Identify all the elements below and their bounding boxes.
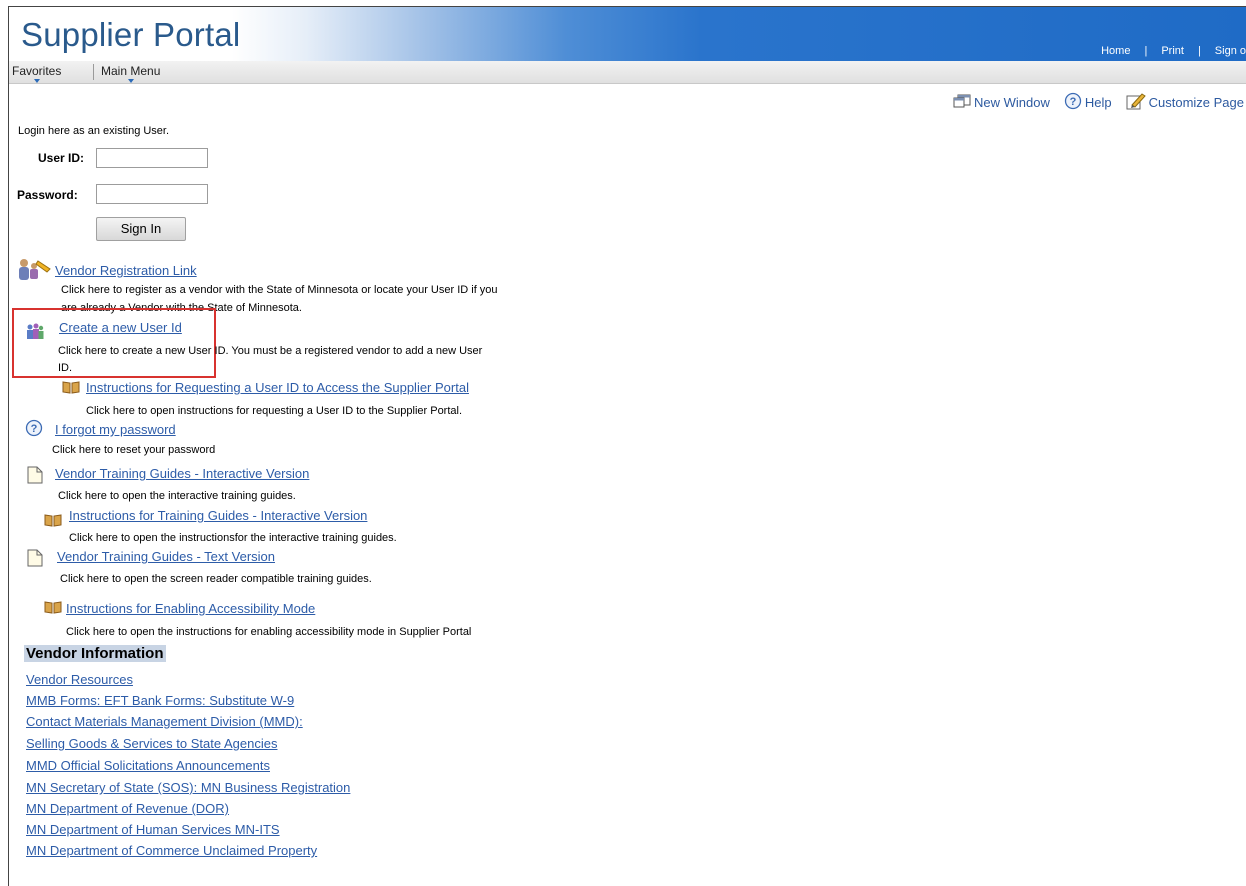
create-user-icon xyxy=(25,322,45,345)
new-window-link[interactable]: New Window xyxy=(953,94,1050,111)
training-interactive-link[interactable]: Vendor Training Guides - Interactive Ver… xyxy=(55,466,309,481)
vendor-registration-desc: Click here to register as a vendor with … xyxy=(61,284,498,296)
vendor-registration-link[interactable]: Vendor Registration Link xyxy=(55,263,197,278)
instructions-interactive-desc: Click here to open the instructionsfor t… xyxy=(69,532,397,544)
help-icon: ? xyxy=(1064,92,1082,113)
dropdown-arrow-icon xyxy=(127,79,134,83)
instructions-request-desc: Click here to open instructions for requ… xyxy=(86,405,463,417)
create-user-desc-2: ID. xyxy=(58,362,73,374)
help-label: Help xyxy=(1084,95,1112,110)
customize-icon xyxy=(1126,92,1146,113)
portal-header: Supplier Portal Home | Print | Sign o xyxy=(9,7,1246,61)
create-user-link[interactable]: Create a new User Id xyxy=(59,320,182,335)
password-input[interactable] xyxy=(96,184,208,204)
print-link[interactable]: Print xyxy=(1161,45,1184,57)
user-id-input[interactable] xyxy=(96,148,208,168)
document-icon xyxy=(27,549,43,572)
forgot-password-desc: Click here to reset your password xyxy=(52,444,216,456)
login-intro: Login here as an existing User. xyxy=(18,125,170,137)
separator: | xyxy=(1144,45,1148,57)
customize-page-link[interactable]: Customize Page xyxy=(1126,92,1244,113)
vendor-info-link[interactable]: MMD Official Solicitations Announcements xyxy=(26,758,270,773)
training-text-desc: Click here to open the screen reader com… xyxy=(60,573,372,585)
vendor-info-link[interactable]: MMB Forms: EFT Bank Forms: Substitute W-… xyxy=(26,693,294,708)
help-link[interactable]: ? Help xyxy=(1064,92,1112,113)
password-label: Password: xyxy=(17,188,78,202)
vendor-registration-icon xyxy=(16,255,54,288)
svg-text:?: ? xyxy=(1069,96,1076,108)
home-link[interactable]: Home xyxy=(1101,45,1130,57)
vendor-info-link[interactable]: MN Department of Human Services MN-ITS xyxy=(26,822,280,837)
instructions-request-link[interactable]: Instructions for Requesting a User ID to… xyxy=(86,380,469,395)
customize-page-label: Customize Page xyxy=(1148,95,1244,110)
document-icon xyxy=(27,466,43,489)
new-window-icon xyxy=(953,94,971,111)
header-links: Home | Print | Sign o xyxy=(1101,45,1246,57)
menu-divider xyxy=(93,64,94,80)
main-menu[interactable]: Main Menu xyxy=(101,64,161,83)
book-icon xyxy=(62,380,80,399)
page-toolbar: New Window ? Help Customize Page xyxy=(939,92,1244,113)
book-icon xyxy=(44,513,62,532)
training-interactive-desc: Click here to open the interactive train… xyxy=(58,490,296,502)
vendor-info-link[interactable]: MN Department of Commerce Unclaimed Prop… xyxy=(26,843,317,858)
menu-bar: Favorites Main Menu xyxy=(9,61,1246,84)
forgot-password-link[interactable]: I forgot my password xyxy=(55,422,176,437)
vendor-info-link[interactable]: MN Department of Revenue (DOR) xyxy=(26,801,229,816)
instructions-interactive-link[interactable]: Instructions for Training Guides - Inter… xyxy=(69,508,367,523)
vendor-info-link[interactable]: Selling Goods & Services to State Agenci… xyxy=(26,736,277,751)
separator: | xyxy=(1197,45,1201,57)
user-id-label: User ID: xyxy=(38,151,85,165)
vendor-information-heading: Vendor Information xyxy=(24,645,166,662)
sign-in-button[interactable]: Sign In xyxy=(96,217,186,241)
accessibility-link[interactable]: Instructions for Enabling Accessibility … xyxy=(66,601,315,616)
book-icon xyxy=(44,600,62,619)
sign-out-link[interactable]: Sign o xyxy=(1215,45,1246,57)
vendor-info-link[interactable]: Contact Materials Management Division (M… xyxy=(26,714,303,729)
vendor-info-link[interactable]: Vendor Resources xyxy=(26,672,133,687)
help-icon: ? xyxy=(25,419,43,442)
new-window-label: New Window xyxy=(974,95,1050,110)
dropdown-arrow-icon xyxy=(33,79,40,83)
training-text-link[interactable]: Vendor Training Guides - Text Version xyxy=(57,549,275,564)
portal-title: Supplier Portal xyxy=(21,16,241,53)
accessibility-desc: Click here to open the instructions for … xyxy=(66,626,472,638)
vendor-info-link[interactable]: MN Secretary of State (SOS): MN Business… xyxy=(26,780,350,795)
create-user-desc: Click here to create a new User ID. You … xyxy=(58,345,483,357)
favorites-menu[interactable]: Favorites xyxy=(12,64,62,83)
main-menu-label: Main Menu xyxy=(101,64,161,78)
favorites-label: Favorites xyxy=(12,64,62,78)
svg-text:?: ? xyxy=(31,423,38,435)
